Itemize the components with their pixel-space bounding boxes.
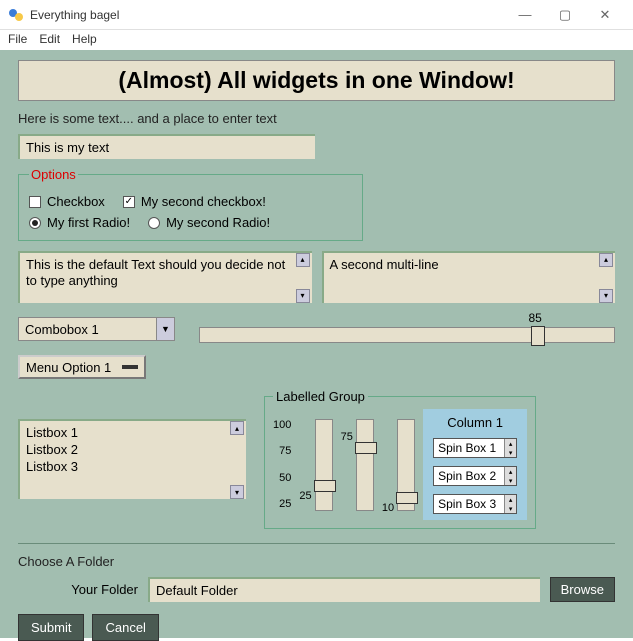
submit-button[interactable]: Submit bbox=[18, 614, 84, 641]
scrollbar[interactable]: ▴ ▾ bbox=[599, 253, 615, 303]
options-legend: Options bbox=[29, 167, 78, 182]
vertical-slider-3[interactable]: 10 bbox=[382, 409, 415, 520]
slider-thumb[interactable] bbox=[531, 326, 545, 346]
slider-ticks: 100 75 50 25 bbox=[273, 409, 291, 520]
slider-thumb[interactable] bbox=[355, 442, 377, 454]
multiline-2[interactable]: A second multi-line ▴ ▾ bbox=[322, 251, 616, 303]
app-body: (Almost) All widgets in one Window! Here… bbox=[0, 50, 633, 638]
option-menu-label: Menu Option 1 bbox=[26, 360, 111, 375]
list-item[interactable]: Listbox 2 bbox=[26, 441, 230, 458]
spin-up-icon[interactable]: ▴ bbox=[504, 467, 516, 476]
spin-column: Column 1 Spin Box 1▴▾ Spin Box 2▴▾ Spin … bbox=[423, 409, 527, 520]
radio-checked-icon bbox=[29, 217, 41, 229]
checkbox-2-label: My second checkbox! bbox=[141, 194, 266, 209]
text-input[interactable] bbox=[18, 134, 315, 159]
spin-down-icon[interactable]: ▾ bbox=[504, 476, 516, 485]
radio-2-label: My second Radio! bbox=[166, 215, 270, 230]
scroll-up-icon[interactable]: ▴ bbox=[230, 421, 244, 435]
column-header: Column 1 bbox=[447, 415, 503, 430]
multiline-1[interactable]: This is the default Text should you deci… bbox=[18, 251, 312, 303]
slider-thumb[interactable] bbox=[314, 480, 336, 492]
close-button[interactable]: ✕ bbox=[585, 0, 625, 30]
scroll-down-icon[interactable]: ▾ bbox=[230, 485, 244, 499]
cancel-button[interactable]: Cancel bbox=[92, 614, 158, 641]
list-item[interactable]: Listbox 3 bbox=[26, 458, 230, 475]
radio-1-label: My first Radio! bbox=[47, 215, 130, 230]
multiline-1-text: This is the default Text should you deci… bbox=[26, 257, 285, 288]
maximize-button[interactable]: ▢ bbox=[545, 0, 585, 30]
window-titlebar: Everything bagel — ▢ ✕ bbox=[0, 0, 633, 30]
slider-thumb[interactable] bbox=[396, 492, 418, 504]
spin-up-icon[interactable]: ▴ bbox=[504, 439, 516, 448]
scroll-up-icon[interactable]: ▴ bbox=[296, 253, 310, 267]
menu-indicator-icon bbox=[122, 365, 138, 369]
list-item[interactable]: Listbox 1 bbox=[26, 424, 230, 441]
folder-label: Your Folder bbox=[18, 582, 138, 597]
slider-track[interactable] bbox=[199, 327, 615, 343]
slider-value-label: 85 bbox=[528, 311, 541, 325]
multiline-2-text: A second multi-line bbox=[330, 257, 439, 272]
spinbox-1[interactable]: Spin Box 1▴▾ bbox=[433, 438, 517, 458]
page-title: (Almost) All widgets in one Window! bbox=[18, 60, 615, 101]
spin-down-icon[interactable]: ▾ bbox=[504, 448, 516, 457]
vslider-2-value: 75 bbox=[341, 431, 353, 443]
menu-file[interactable]: File bbox=[8, 32, 27, 48]
app-icon bbox=[8, 7, 24, 23]
spin-up-icon[interactable]: ▴ bbox=[504, 495, 516, 504]
checkbox-icon bbox=[29, 196, 41, 208]
vertical-slider-1[interactable]: 25 bbox=[299, 409, 332, 520]
folder-input[interactable] bbox=[148, 577, 540, 602]
labelled-group: Labelled Group 100 75 50 25 25 75 10 bbox=[264, 389, 536, 529]
combobox[interactable]: Combobox 1 ▼ bbox=[18, 317, 175, 341]
scroll-down-icon[interactable]: ▾ bbox=[296, 289, 310, 303]
checkbox-checked-icon bbox=[123, 196, 135, 208]
minimize-button[interactable]: — bbox=[505, 0, 545, 30]
divider bbox=[18, 543, 615, 544]
vslider-3-value: 10 bbox=[382, 502, 394, 514]
horizontal-slider[interactable]: 85 bbox=[199, 313, 615, 345]
scroll-up-icon[interactable]: ▴ bbox=[599, 253, 613, 267]
checkbox-1[interactable]: Checkbox bbox=[29, 194, 105, 209]
options-group: Options Checkbox My second checkbox! My … bbox=[18, 167, 363, 241]
radio-1[interactable]: My first Radio! bbox=[29, 215, 130, 230]
chevron-down-icon[interactable]: ▼ bbox=[156, 318, 174, 340]
vslider-1-value: 25 bbox=[299, 490, 311, 502]
option-menu-button[interactable]: Menu Option 1 bbox=[18, 355, 146, 379]
menu-edit[interactable]: Edit bbox=[39, 32, 60, 48]
listbox[interactable]: Listbox 1 Listbox 2 Listbox 3 ▴ ▾ bbox=[18, 419, 246, 499]
radio-icon bbox=[148, 217, 160, 229]
scrollbar[interactable]: ▴ ▾ bbox=[296, 253, 312, 303]
browse-button[interactable]: Browse bbox=[550, 577, 615, 602]
scroll-down-icon[interactable]: ▾ bbox=[599, 289, 613, 303]
intro-text: Here is some text.... and a place to ent… bbox=[18, 111, 615, 126]
menu-bar: File Edit Help bbox=[0, 30, 633, 50]
spinbox-2[interactable]: Spin Box 2▴▾ bbox=[433, 466, 517, 486]
window-title: Everything bagel bbox=[30, 8, 505, 22]
menu-help[interactable]: Help bbox=[72, 32, 97, 48]
scrollbar[interactable]: ▴ ▾ bbox=[230, 421, 246, 499]
radio-2[interactable]: My second Radio! bbox=[148, 215, 270, 230]
labelled-group-legend: Labelled Group bbox=[273, 389, 368, 404]
checkbox-1-label: Checkbox bbox=[47, 194, 105, 209]
spin-down-icon[interactable]: ▾ bbox=[504, 504, 516, 513]
spinbox-3[interactable]: Spin Box 3▴▾ bbox=[433, 494, 517, 514]
checkbox-2[interactable]: My second checkbox! bbox=[123, 194, 266, 209]
combobox-value: Combobox 1 bbox=[19, 322, 156, 337]
vertical-slider-2[interactable]: 75 bbox=[341, 409, 374, 520]
folder-heading: Choose A Folder bbox=[18, 554, 615, 569]
